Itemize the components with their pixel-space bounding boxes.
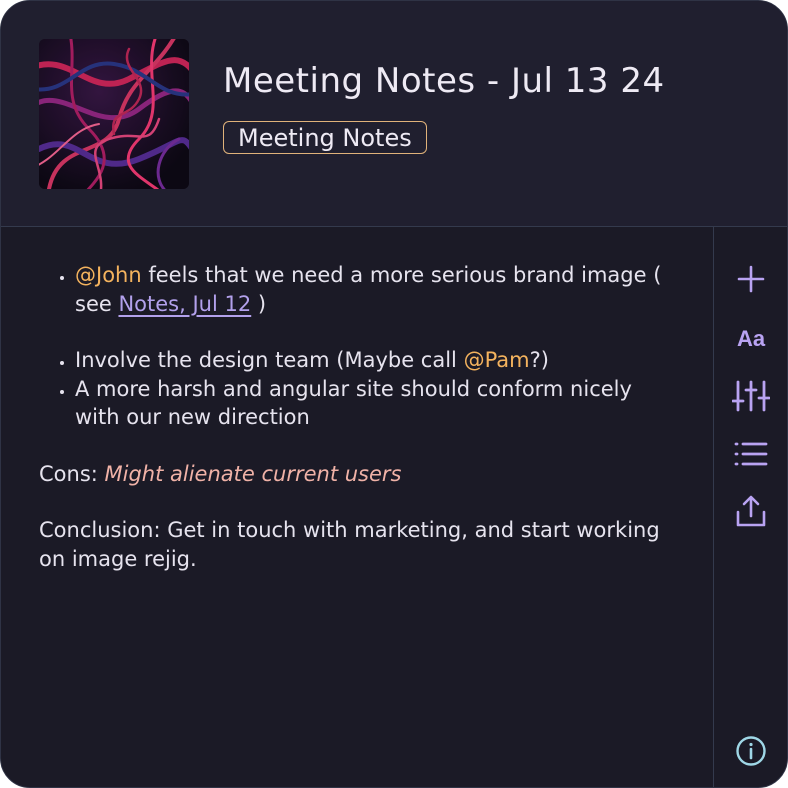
add-button[interactable] xyxy=(732,260,770,298)
conclusion-text: Conclusion: Get in touch with marketing,… xyxy=(39,518,660,571)
note-title[interactable]: Meeting Notes - Jul 13 24 xyxy=(223,59,665,103)
note-link[interactable]: Notes, Jul 12 xyxy=(118,292,251,316)
text-format-button[interactable]: Aa xyxy=(732,320,770,358)
bullet-list-2: Involve the design team (Maybe call @Pam… xyxy=(39,346,679,432)
list-button[interactable] xyxy=(732,435,770,473)
side-toolbar: Aa xyxy=(713,227,787,787)
list-item: @John feels that we need a more serious … xyxy=(75,261,679,318)
cons-text: Might alienate current users xyxy=(104,461,402,486)
text-format-icon: Aa xyxy=(736,326,766,351)
note-body[interactable]: @John feels that we need a more serious … xyxy=(39,261,679,573)
adjust-button[interactable] xyxy=(732,377,770,415)
list-item: Involve the design team (Maybe call @Pam… xyxy=(75,346,679,375)
share-icon xyxy=(736,495,766,527)
bullet-text-end: ) xyxy=(251,291,267,316)
cover-image[interactable] xyxy=(39,39,189,189)
sliders-icon xyxy=(732,380,770,412)
note-header: Meeting Notes - Jul 13 24 Meeting Notes xyxy=(1,1,787,227)
list-icon xyxy=(734,442,768,466)
info-icon xyxy=(736,736,766,766)
share-button[interactable] xyxy=(732,493,770,531)
info-button[interactable] xyxy=(732,732,770,770)
note-card: Meeting Notes - Jul 13 24 Meeting Notes … xyxy=(0,0,788,788)
list-item: A more harsh and angular site should con… xyxy=(75,375,679,432)
cons-line: Cons: Might alienate current users xyxy=(39,460,679,489)
mention-john[interactable]: @John xyxy=(75,263,142,287)
mention-pam[interactable]: @Pam xyxy=(464,348,530,372)
bullet-text-end: ?) xyxy=(529,348,549,372)
abstract-art-image xyxy=(39,39,189,189)
cons-label: Cons: xyxy=(39,461,105,486)
bullet-text: A more harsh and angular site should con… xyxy=(75,376,632,430)
bullet-text: Involve the design team (Maybe call xyxy=(75,348,464,372)
category-tag[interactable]: Meeting Notes xyxy=(223,121,427,154)
plus-icon xyxy=(737,265,765,293)
bullet-list-1: @John feels that we need a more serious … xyxy=(39,261,679,318)
